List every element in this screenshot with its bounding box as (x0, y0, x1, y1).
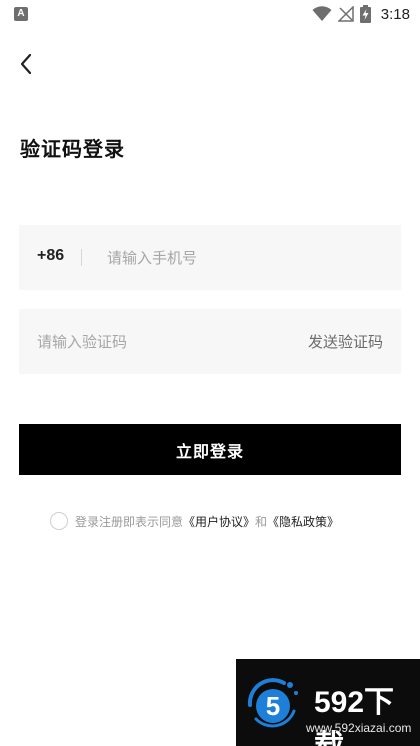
watermark-logo-digit: 5 (266, 691, 280, 721)
phone-divider (81, 249, 82, 266)
status-time: 3:18 (380, 5, 410, 23)
agreement-row: 登录注册即表示同意 《用户协议》 和 《隐私政策》 (50, 511, 339, 531)
watermark-title: 592下载 (314, 686, 395, 746)
watermark-url: www.592xiazai.com (306, 721, 412, 735)
status-bar: A 3:18 (0, 0, 420, 28)
watermark-logo-icon: 5 (247, 678, 298, 728)
watermark: 5 592下载 www.592xiazai.com (236, 659, 420, 746)
wifi-icon (312, 6, 332, 21)
privacy-policy-link[interactable]: 《隐私政策》 (267, 513, 339, 530)
send-code-button[interactable]: 发送验证码 (308, 331, 383, 352)
notification-icon: A (14, 7, 28, 21)
no-signal-icon (337, 6, 354, 22)
phone-input[interactable] (107, 241, 377, 275)
page-title: 验证码登录 (20, 137, 125, 161)
user-agreement-link[interactable]: 《用户协议》 (183, 513, 255, 530)
back-button[interactable] (12, 50, 40, 78)
chevron-left-icon (20, 53, 32, 75)
agreement-conjunction: 和 (255, 514, 268, 529)
login-button[interactable]: 立即登录 (19, 424, 401, 475)
agree-checkbox[interactable] (50, 512, 68, 530)
country-code[interactable]: +86 (37, 247, 64, 265)
battery-charging-icon (359, 5, 371, 23)
verification-code-input[interactable] (37, 325, 277, 359)
status-icons: 3:18 (312, 4, 410, 24)
phone-input-row: +86 (19, 225, 401, 290)
agreement-prefix: 登录注册即表示同意 (75, 514, 184, 529)
code-input-row: 发送验证码 (19, 309, 401, 374)
